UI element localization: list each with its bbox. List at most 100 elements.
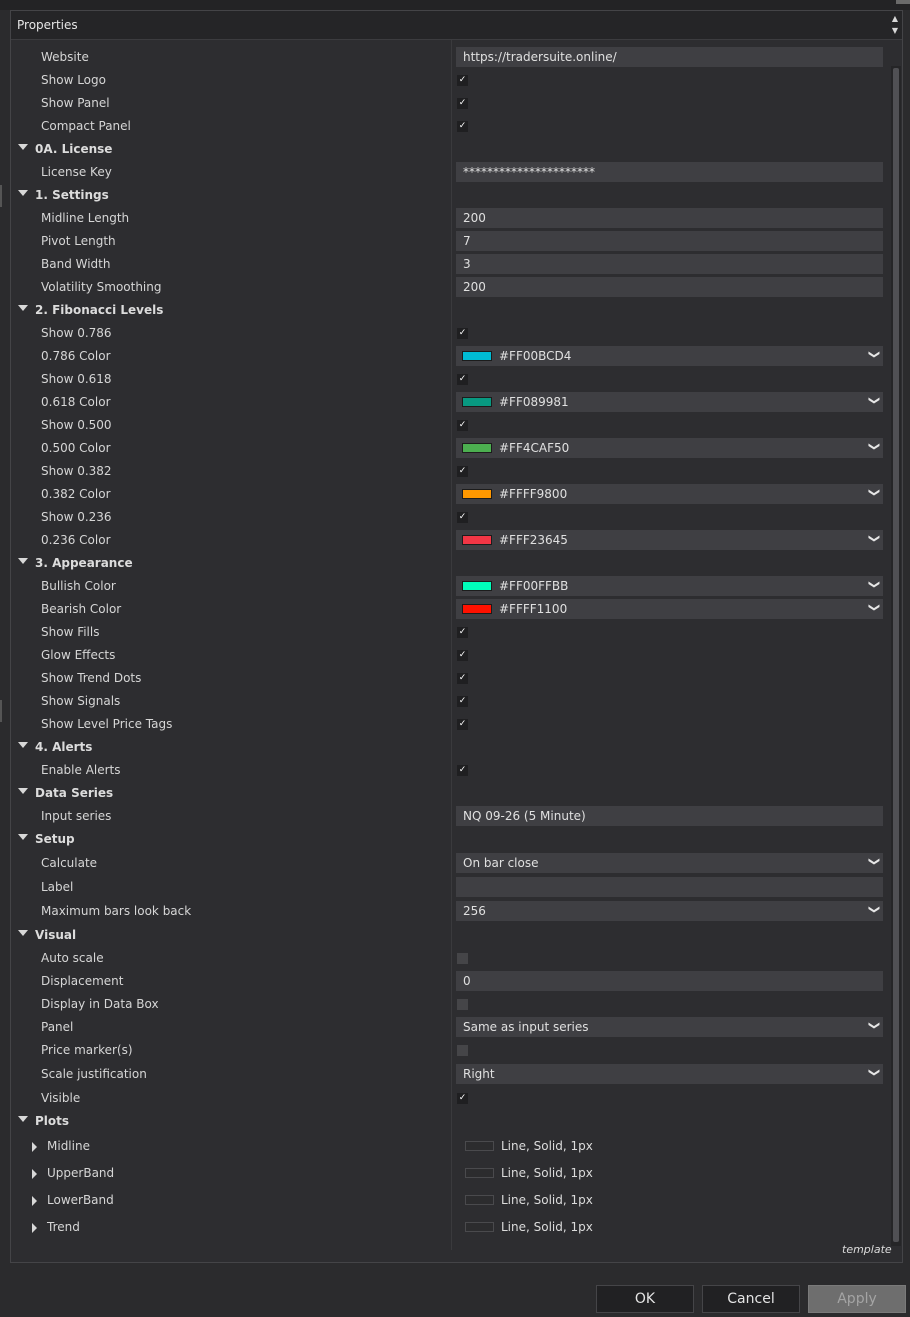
checkbox[interactable]: ✓ — [457, 673, 468, 684]
checkbox[interactable] — [457, 1045, 468, 1056]
checkbox[interactable]: ✓ — [457, 650, 468, 661]
color-picker[interactable]: #FFF23645 ❯ — [456, 530, 883, 550]
property-row-calculate[interactable]: Calculate On bar close ❯ — [11, 852, 889, 875]
property-dropdown[interactable]: On bar close ❯ — [456, 853, 883, 873]
property-row-panel[interactable]: Panel Same as input series ❯ — [11, 1016, 889, 1039]
color-picker[interactable]: #FFFF9800 ❯ — [456, 484, 883, 504]
property-value-field[interactable]: ********************** — [456, 162, 883, 182]
chevron-down-icon[interactable]: ❯ — [868, 350, 881, 359]
ok-button[interactable]: OK — [596, 1285, 694, 1313]
property-value-field[interactable]: https://tradersuite.online/ — [456, 47, 883, 67]
property-row-0-500-color[interactable]: 0.500 Color #FF4CAF50 ❯ — [11, 437, 889, 460]
apply-button[interactable]: Apply — [808, 1285, 906, 1313]
plot-style-value[interactable]: Line, Solid, 1px — [501, 1139, 593, 1153]
category-plots[interactable]: Plots — [11, 1110, 889, 1133]
property-row-auto-scale[interactable]: Auto scale — [11, 947, 889, 970]
plot-style-swatch[interactable] — [465, 1168, 494, 1178]
property-value-field[interactable]: 3 — [456, 254, 883, 274]
expand-arrow-icon[interactable] — [18, 190, 28, 196]
window-close-knob[interactable] — [896, 0, 910, 4]
property-row-pivot-length[interactable]: Pivot Length 7 — [11, 230, 889, 253]
property-row-0-236-color[interactable]: 0.236 Color #FFF23645 ❯ — [11, 529, 889, 552]
property-row-bearish-color[interactable]: Bearish Color #FFFF1100 ❯ — [11, 598, 889, 621]
plot-row-upperband[interactable]: UpperBand Line, Solid, 1px — [11, 1162, 889, 1185]
property-row-bullish-color[interactable]: Bullish Color #FF00FFBB ❯ — [11, 575, 889, 598]
property-row-0-618-color[interactable]: 0.618 Color #FF089981 ❯ — [11, 391, 889, 414]
property-value-field[interactable] — [456, 877, 883, 897]
chevron-down-icon[interactable]: ❯ — [868, 488, 881, 497]
chevron-down-icon[interactable]: ❯ — [868, 1068, 881, 1077]
property-row-scale-justification[interactable]: Scale justification Right ❯ — [11, 1063, 889, 1086]
property-row-0-786-color[interactable]: 0.786 Color #FF00BCD4 ❯ — [11, 345, 889, 368]
checkbox[interactable]: ✓ — [457, 98, 468, 109]
property-row-show-0-236[interactable]: Show 0.236 ✓ — [11, 506, 889, 529]
expand-arrow-icon[interactable] — [18, 1116, 28, 1122]
plot-style-swatch[interactable] — [465, 1195, 494, 1205]
property-value-field[interactable]: 200 — [456, 277, 883, 297]
vertical-scrollbar[interactable] — [891, 66, 901, 1246]
checkbox[interactable]: ✓ — [457, 696, 468, 707]
plot-style-value[interactable]: Line, Solid, 1px — [501, 1166, 593, 1180]
chevron-down-icon[interactable]: ❯ — [868, 905, 881, 914]
property-row-show-panel[interactable]: Show Panel ✓ — [11, 92, 889, 115]
plot-style-value[interactable]: Line, Solid, 1px — [501, 1220, 593, 1234]
category-1-settings[interactable]: 1. Settings — [11, 184, 889, 207]
property-row-glow-effects[interactable]: Glow Effects ✓ — [11, 644, 889, 667]
property-row-show-0-500[interactable]: Show 0.500 ✓ — [11, 414, 889, 437]
category-3-appearance[interactable]: 3. Appearance — [11, 552, 889, 575]
chevron-down-icon[interactable]: ❯ — [868, 396, 881, 405]
property-row-show-0-618[interactable]: Show 0.618 ✓ — [11, 368, 889, 391]
property-value-field[interactable]: 0 — [456, 971, 883, 991]
checkbox[interactable]: ✓ — [457, 627, 468, 638]
category-data-series[interactable]: Data Series — [11, 782, 889, 805]
property-row-label[interactable]: Label — [11, 876, 889, 899]
color-picker[interactable]: #FFFF1100 ❯ — [456, 599, 883, 619]
checkbox[interactable]: ✓ — [457, 512, 468, 523]
property-row-enable-alerts[interactable]: Enable Alerts ✓ — [11, 759, 889, 782]
expand-arrow-icon[interactable] — [18, 788, 28, 794]
checkbox[interactable]: ✓ — [457, 374, 468, 385]
checkbox[interactable]: ✓ — [457, 719, 468, 730]
collapsed-arrow-icon[interactable] — [32, 1169, 37, 1179]
collapsed-arrow-icon[interactable] — [32, 1196, 37, 1206]
cancel-button[interactable]: Cancel — [702, 1285, 800, 1313]
spin-down-icon[interactable]: ▼ — [889, 25, 901, 37]
category-0a-license[interactable]: 0A. License — [11, 138, 889, 161]
expand-arrow-icon[interactable] — [18, 834, 28, 840]
expand-arrow-icon[interactable] — [18, 930, 28, 936]
property-row-displacement[interactable]: Displacement 0 — [11, 970, 889, 993]
property-row-band-width[interactable]: Band Width 3 — [11, 253, 889, 276]
property-row-maximum-bars-look-back[interactable]: Maximum bars look back 256 ❯ — [11, 900, 889, 923]
checkbox[interactable]: ✓ — [457, 121, 468, 132]
chevron-down-icon[interactable]: ❯ — [868, 1021, 881, 1030]
plot-style-swatch[interactable] — [465, 1222, 494, 1232]
property-value-field[interactable]: 7 — [456, 231, 883, 251]
color-picker[interactable]: #FF00BCD4 ❯ — [456, 346, 883, 366]
checkbox[interactable]: ✓ — [457, 1093, 468, 1104]
property-row-show-signals[interactable]: Show Signals ✓ — [11, 690, 889, 713]
plot-style-value[interactable]: Line, Solid, 1px — [501, 1193, 593, 1207]
property-row-volatility-smoothing[interactable]: Volatility Smoothing 200 — [11, 276, 889, 299]
plot-row-lowerband[interactable]: LowerBand Line, Solid, 1px — [11, 1189, 889, 1212]
property-row-compact-panel[interactable]: Compact Panel ✓ — [11, 115, 889, 138]
property-row-show-0-786[interactable]: Show 0.786 ✓ — [11, 322, 889, 345]
chevron-down-icon[interactable]: ❯ — [868, 534, 881, 543]
category-setup[interactable]: Setup — [11, 828, 889, 851]
property-row-display-in-data-box[interactable]: Display in Data Box — [11, 993, 889, 1016]
property-row-show-fills[interactable]: Show Fills ✓ — [11, 621, 889, 644]
expand-arrow-icon[interactable] — [18, 144, 28, 150]
header-spinner[interactable]: ▲ ▼ — [889, 13, 901, 37]
checkbox[interactable] — [457, 953, 468, 964]
expand-arrow-icon[interactable] — [18, 305, 28, 311]
checkbox[interactable]: ✓ — [457, 75, 468, 86]
property-value-field[interactable]: NQ 09-26 (5 Minute) — [456, 806, 883, 826]
property-value-field[interactable]: 200 — [456, 208, 883, 228]
plot-row-midline[interactable]: Midline Line, Solid, 1px — [11, 1135, 889, 1158]
expand-arrow-icon[interactable] — [18, 742, 28, 748]
plot-row-trend[interactable]: Trend Line, Solid, 1px — [11, 1216, 889, 1239]
property-row-midline-length[interactable]: Midline Length 200 — [11, 207, 889, 230]
collapsed-arrow-icon[interactable] — [32, 1223, 37, 1233]
checkbox[interactable]: ✓ — [457, 328, 468, 339]
plot-style-swatch[interactable] — [465, 1141, 494, 1151]
chevron-down-icon[interactable]: ❯ — [868, 857, 881, 866]
